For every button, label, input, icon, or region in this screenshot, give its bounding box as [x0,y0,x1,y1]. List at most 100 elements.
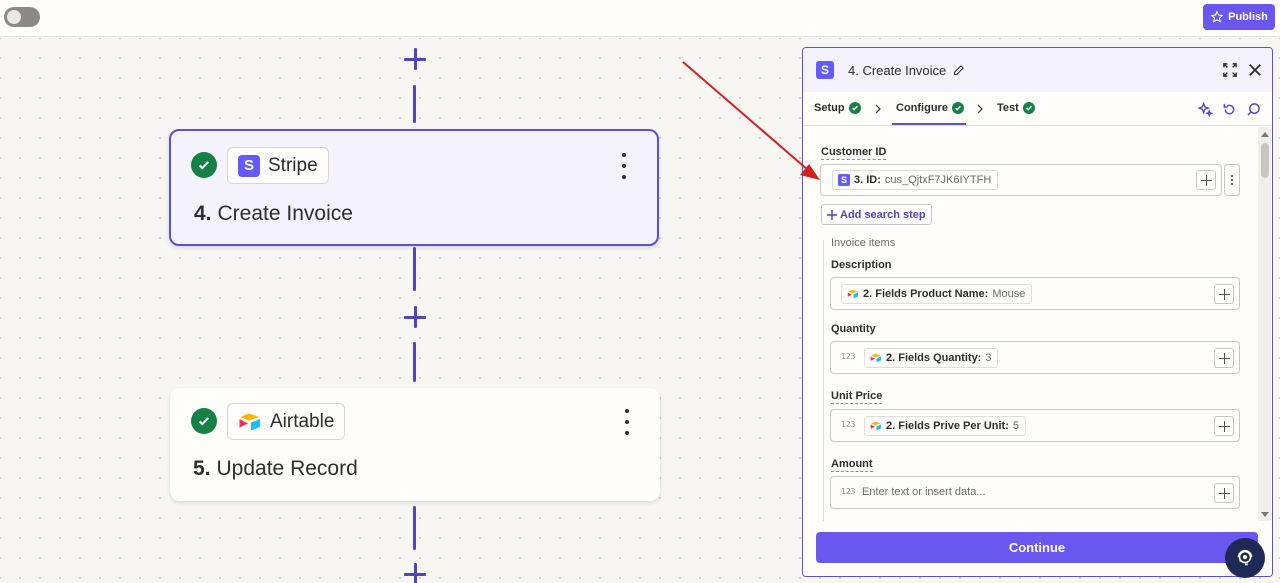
description-token[interactable]: 2. Fields Product Name: Mouse [841,284,1033,304]
comment-icon[interactable] [1246,102,1261,117]
token-label: 2. Fields Product Name: [863,288,989,300]
app-name: Stripe [268,154,318,176]
insert-data-button[interactable] [1214,416,1234,436]
tab-configure[interactable]: Configure [896,102,964,114]
stripe-logo-icon: S [838,174,850,186]
step-card-update-record[interactable]: Airtable 5. Update Record [170,388,660,501]
airtable-logo-icon [870,421,881,431]
number-type-icon: 123 [841,420,856,429]
insert-data-button[interactable] [1214,284,1234,304]
amount-label: Amount [831,458,873,472]
scroll-up-arrow-icon[interactable] [1261,132,1269,137]
airtable-logo-icon [870,353,881,363]
step-editor-panel: S 4. Create Invoice Setup Configure Test… [802,47,1273,577]
app-name: Airtable [270,410,335,432]
customer-id-label: Customer ID [821,146,887,160]
step-number: 4. [194,202,212,225]
pencil-icon[interactable] [953,64,965,76]
number-type-icon: 123 [841,352,856,361]
tab-label: Configure [896,102,948,114]
amount-placeholder: Enter text or insert data... [862,486,986,498]
token-label: 2. Fields Prive Per Unit: [886,420,1009,432]
app-badge-airtable: Airtable [227,403,346,440]
add-step-plus-button[interactable] [404,563,426,583]
step-title-text: Create Invoice [217,202,353,225]
insert-data-button[interactable] [1196,170,1216,190]
insert-data-button[interactable] [1214,348,1234,368]
unit-price-label: Unit Price [831,390,883,404]
token-value: cus_QjtxF7JK6IYTFH [884,174,992,186]
tab-setup[interactable]: Setup [814,102,861,114]
expand-icon[interactable] [1223,63,1237,77]
panel-footer: Continue [803,521,1272,576]
step-complete-icon [191,408,217,434]
stripe-logo-icon: S [238,154,260,177]
insert-data-button[interactable] [1214,483,1234,503]
tab-complete-icon [848,102,861,114]
chevron-right-icon [875,104,881,114]
add-step-plus-button[interactable] [404,48,426,70]
token-label: 3. ID: [854,174,881,186]
customer-id-field[interactable]: S 3. ID: cus_QjtxF7JK6IYTFH [820,164,1222,196]
unit-price-field[interactable]: 123 2. Fields Prive Per Unit: 5 [830,409,1240,442]
invoice-items-group-border [823,240,824,521]
close-icon[interactable] [1248,63,1262,77]
customer-id-token[interactable]: S 3. ID: cus_QjtxF7JK6IYTFH [832,170,999,190]
airtable-logo-icon [239,413,260,430]
panel-title[interactable]: 4. Create Invoice [848,63,946,78]
airtable-logo-icon [847,289,858,299]
panel-tabs: Setup Configure Test [803,92,1272,126]
tab-label: Test [997,102,1019,114]
invoice-items-label: Invoice items [831,237,896,249]
panel-header: S 4. Create Invoice [803,48,1272,92]
tab-complete-icon [951,102,964,114]
undo-icon[interactable] [1222,102,1237,117]
token-label: 2. Fields Quantity: [886,352,982,364]
step-title-text: Update Record [216,457,358,480]
active-tab-indicator [892,123,966,125]
toggle-knob [7,10,21,24]
plus-icon [827,209,837,220]
sparkle-icon[interactable] [1198,102,1213,117]
step-number: 5. [193,457,211,480]
support-agent-icon [1237,549,1253,566]
tab-test[interactable]: Test [997,102,1035,114]
quantity-field[interactable]: 123 2. Fields Quantity: 3 [830,341,1240,374]
step-card-create-invoice[interactable]: S Stripe 4. Create Invoice [169,129,659,246]
description-label: Description [831,259,892,271]
connector-line [413,506,416,550]
stripe-logo-icon: S [816,61,834,79]
connector-line [413,247,416,291]
amount-field[interactable]: 123 Enter text or insert data... [830,476,1240,509]
quantity-token[interactable]: 2. Fields Quantity: 3 [864,348,999,368]
continue-button[interactable]: Continue [816,532,1258,563]
help-chat-button[interactable] [1225,538,1265,578]
zap-on-off-toggle[interactable] [4,7,40,27]
publish-label: Publish [1228,11,1268,23]
top-bar: Publish [0,0,1280,37]
scroll-thumb[interactable] [1261,143,1269,178]
token-value: 3 [985,352,992,364]
token-value: Mouse [992,288,1026,300]
description-field[interactable]: 2. Fields Product Name: Mouse [830,277,1240,310]
publish-button[interactable]: Publish [1203,4,1275,30]
quantity-label: Quantity [831,323,876,335]
panel-form-body[interactable]: Customer ID S 3. ID: cus_QjtxF7JK6IYTFH … [803,127,1272,521]
tab-label: Setup [814,102,845,114]
step-title: 5. Update Record [193,457,358,481]
app-badge-stripe: S Stripe [227,147,329,184]
number-type-icon: 123 [841,487,856,496]
add-search-step-button[interactable]: Add search step [821,204,932,225]
panel-scrollbar[interactable] [1258,127,1271,521]
continue-label: Continue [1008,540,1066,555]
step-menu-icon[interactable] [624,409,630,435]
unit-price-token[interactable]: 2. Fields Prive Per Unit: 5 [864,416,1026,436]
field-options-icon[interactable] [1224,164,1240,196]
chevron-right-icon [977,104,983,114]
step-menu-icon[interactable] [621,153,627,179]
step-title: 4. Create Invoice [194,202,353,226]
scroll-down-arrow-icon[interactable] [1261,512,1269,517]
add-step-plus-button[interactable] [404,306,426,328]
add-search-step-label: Add search step [840,208,926,221]
star-icon [1210,10,1224,23]
